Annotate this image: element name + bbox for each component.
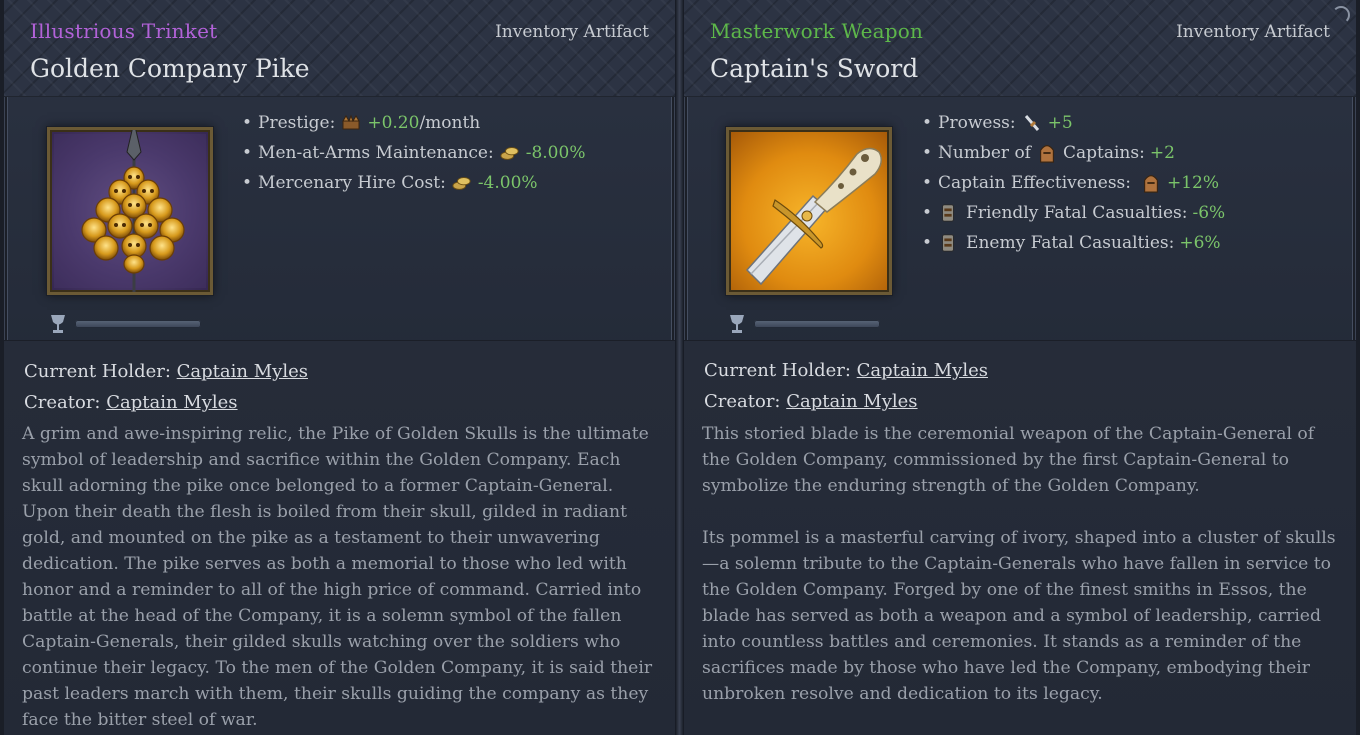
description-paragraph: A grim and awe-inspiring relic, the Pike… [22, 424, 653, 730]
captain-helmet-icon [1040, 145, 1054, 163]
modifier-captain-effectiveness: • Captain Effectiveness: +12% [922, 168, 1225, 198]
modifier-label: Captain Effectiveness: [938, 173, 1131, 193]
modifier-value: -6% [1192, 203, 1226, 223]
panel-divider [675, 0, 684, 735]
modifier-list: • Prestige: +0.20 /month • Men-at-Arms M… [242, 108, 585, 198]
tooltip-header: Masterwork Weapon Inventory Artifact Cap… [684, 0, 1356, 97]
modifier-label: Men-at-Arms Maintenance: [258, 143, 494, 163]
current-holder-line: Current Holder: Captain Myles [704, 360, 988, 381]
crown-icon [342, 114, 361, 130]
artifact-description: A grim and awe-inspiring relic, the Pike… [22, 421, 661, 733]
current-holder-link[interactable]: Captain Myles [857, 360, 988, 381]
modifier-friendly-fatal-casualties: • Friendly Fatal Casualties: -6% [922, 198, 1225, 228]
modifier-enemy-fatal-casualties: • Enemy Fatal Casualties: +6% [922, 228, 1225, 258]
durability-bar [75, 320, 201, 328]
current-holder-label: Current Holder: [704, 360, 851, 381]
modifier-prowess: • Prowess: +5 [922, 108, 1225, 138]
modifier-number-of-captains: • Number of Captains: +2 [922, 138, 1225, 168]
modifier-label: Enemy Fatal Casualties: [966, 233, 1175, 253]
gold-coins-icon [452, 177, 471, 190]
modifier-label: Friendly Fatal Casualties: [966, 203, 1188, 223]
casualty-icon [942, 204, 954, 222]
rarity-label: Masterwork Weapon [710, 19, 924, 43]
modifier-value: +6% [1179, 233, 1221, 253]
modifier-label: Mercenary Hire Cost: [258, 173, 446, 193]
rarity-label: Illustrious Trinket [30, 19, 218, 43]
modifier-label: Number of [938, 143, 1031, 163]
creator-line: Creator: Captain Myles [24, 392, 238, 413]
captain-helmet-icon [1144, 175, 1158, 193]
creator-label: Creator: [24, 392, 101, 413]
modifier-value: +0.20 [367, 113, 420, 133]
goblet-icon [51, 315, 65, 333]
creator-label: Creator: [704, 391, 781, 412]
current-holder-line: Current Holder: Captain Myles [24, 361, 308, 382]
gold-coins-icon [500, 147, 519, 160]
creator-link[interactable]: Captain Myles [106, 392, 237, 413]
modifier-value: +2 [1149, 143, 1175, 163]
modifier-label: Prestige: [258, 113, 336, 133]
artifact-name: Golden Company Pike [30, 54, 310, 83]
artifact-description: This storied blade is the ceremonial wea… [702, 421, 1342, 707]
casualty-icon [942, 234, 954, 252]
modifier-value: -4.00% [477, 173, 538, 193]
modifier-suffix: /month [419, 113, 481, 133]
description-paragraph: Its pommel is a masterful carving of ivo… [702, 528, 1336, 704]
modifier-mercenary-hire-cost: • Mercenary Hire Cost: -4.00% [242, 168, 585, 198]
captains-sword-icon [726, 127, 892, 295]
description-paragraph: This storied blade is the ceremonial wea… [702, 424, 1315, 496]
goblet-icon [730, 315, 744, 333]
golden-pike-icon [47, 127, 213, 295]
creator-line: Creator: Captain Myles [704, 391, 918, 412]
artifact-tooltip-golden-company-pike: Illustrious Trinket Inventory Artifact G… [4, 0, 675, 735]
artifact-type-label: Inventory Artifact [495, 22, 649, 42]
modifier-value: -8.00% [525, 143, 586, 163]
current-holder-label: Current Holder: [24, 361, 171, 382]
artifact-quality [728, 313, 880, 335]
modifier-value: +12% [1167, 173, 1220, 193]
creator-link[interactable]: Captain Myles [786, 391, 917, 412]
artifact-name: Captain's Sword [710, 54, 919, 83]
artifact-type-label: Inventory Artifact [1176, 22, 1330, 42]
modifier-men-at-arms-maintenance: • Men-at-Arms Maintenance: -8.00% [242, 138, 585, 168]
modifier-list: • Prowess: +5 • Number of Captains: +2 •… [922, 108, 1225, 258]
durability-bar [754, 320, 880, 328]
artifact-quality [49, 313, 201, 335]
modifier-prestige: • Prestige: +0.20 /month [242, 108, 585, 138]
current-holder-link[interactable]: Captain Myles [177, 361, 308, 382]
modifier-label: Prowess: [938, 113, 1016, 133]
artifact-tooltip-captains-sword: Masterwork Weapon Inventory Artifact Cap… [684, 0, 1356, 735]
modifier-label-mid: Captains: [1062, 143, 1145, 163]
prowess-icon [1024, 115, 1039, 131]
modifier-value: +5 [1047, 113, 1073, 133]
loading-spinner-icon [1332, 6, 1350, 24]
tooltip-header: Illustrious Trinket Inventory Artifact G… [4, 0, 675, 97]
